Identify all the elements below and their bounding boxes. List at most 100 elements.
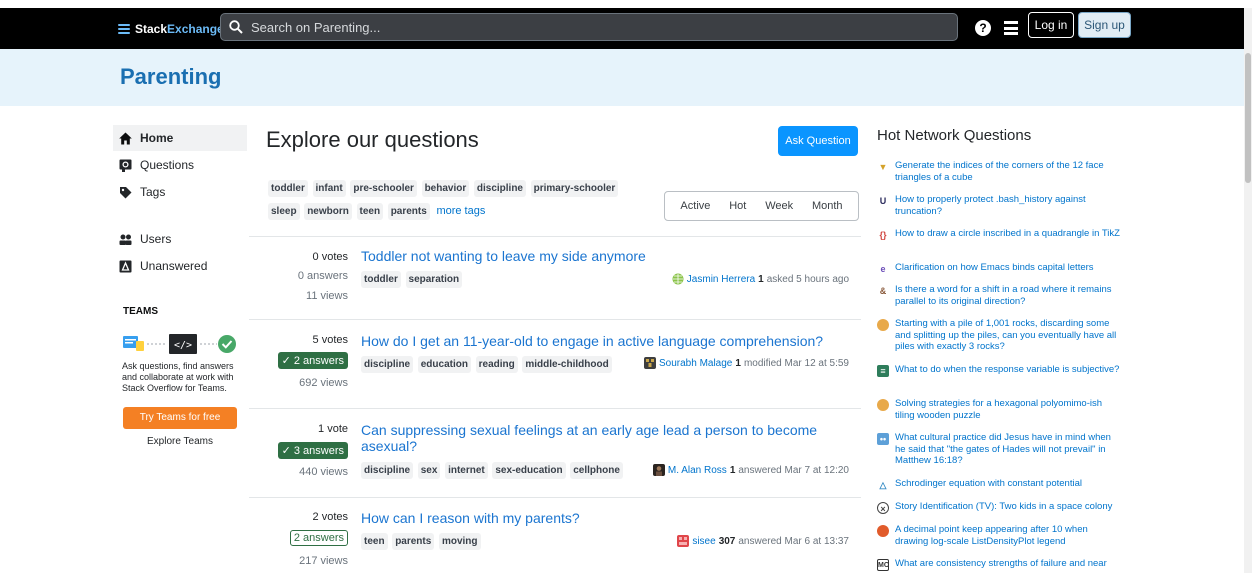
- signup-button[interactable]: Sign up: [1078, 12, 1131, 38]
- hnq-item[interactable]: {} How to draw a circle inscribed in a q…: [877, 228, 1122, 241]
- filter-hot[interactable]: Hot: [729, 200, 746, 212]
- tag-reading[interactable]: reading: [475, 356, 518, 373]
- nav-tags[interactable]: Tags: [113, 179, 247, 205]
- nav-users[interactable]: Users: [113, 226, 247, 252]
- tag-middle-childhood[interactable]: middle-childhood: [522, 356, 612, 373]
- scrollbar[interactable]: [1244, 49, 1252, 573]
- search-icon: [229, 20, 243, 34]
- mo-icon: MO: [877, 559, 889, 571]
- filter-month[interactable]: Month: [812, 200, 843, 212]
- hnq-item-text[interactable]: Solving strategies for a hexagonal polyo…: [895, 398, 1122, 421]
- question-activity: modified Mar 12 at 5:59: [743, 357, 849, 369]
- hnq-item[interactable]: e Clarification on how Emacs binds capit…: [877, 262, 1122, 275]
- question-title[interactable]: How can I reason with my parents?: [361, 510, 841, 526]
- tag-newborn[interactable]: newborn: [304, 203, 352, 220]
- view-count: 11 views: [306, 290, 348, 302]
- tag-discipline[interactable]: discipline: [361, 356, 414, 373]
- filter-week[interactable]: Week: [765, 200, 793, 212]
- nav-home[interactable]: Home: [113, 125, 247, 151]
- hnq-item-text[interactable]: Story Identification (TV): Two kids in a…: [895, 501, 1112, 514]
- logo-exchange-text: Exchange: [167, 22, 224, 36]
- top-bar: StackExchange ? Log in Sign up: [0, 8, 1252, 49]
- more-tags-link[interactable]: more tags: [436, 205, 485, 217]
- site-name[interactable]: Parenting: [120, 64, 221, 90]
- user-name[interactable]: Jasmin Herrera: [687, 274, 755, 285]
- hnq-item-text[interactable]: Schrodinger equation with constant poten…: [895, 478, 1082, 491]
- logo-stack-text: Stack: [135, 22, 168, 36]
- question-summary: 0 votes 0 answers 11 views Toddler not w…: [249, 237, 861, 319]
- hnq-item[interactable]: •• What cultural practice did Jesus have…: [877, 432, 1122, 467]
- hnq-item-text[interactable]: What are consistency strengths of failur…: [895, 558, 1107, 571]
- hnq-item[interactable]: △ Schrodinger equation with constant pot…: [877, 478, 1122, 491]
- hnq-item[interactable]: × Story Identification (TV): Two kids in…: [877, 501, 1122, 514]
- tag-toddler[interactable]: toddler: [268, 180, 308, 197]
- tag-infant[interactable]: infant: [312, 180, 346, 197]
- question-activity: answered Mar 7 at 12:20: [738, 464, 849, 476]
- page-title: Explore our questions: [266, 127, 479, 152]
- try-teams-button[interactable]: Try Teams for free: [123, 407, 237, 429]
- hnq-item-text[interactable]: How to properly protect .bash_history ag…: [895, 194, 1122, 217]
- hnq-item[interactable]: ▼ Generate the indices of the corners of…: [877, 160, 1122, 183]
- tag-cellphone[interactable]: cellphone: [570, 462, 623, 479]
- hnq-item[interactable]: A decimal point keep appearing after 10 …: [877, 524, 1122, 547]
- tag-teen[interactable]: teen: [361, 533, 388, 550]
- explore-teams-link[interactable]: Explore Teams: [123, 436, 237, 447]
- user-avatar[interactable]: [652, 464, 665, 476]
- scrollbar-thumb[interactable]: [1245, 53, 1251, 183]
- site-switcher-icon[interactable]: [1004, 21, 1018, 35]
- questions-icon: [119, 159, 132, 172]
- tag-internet[interactable]: internet: [445, 462, 488, 479]
- hnq-item-text[interactable]: Is there a word for a shift in a road wh…: [895, 284, 1122, 307]
- hnq-item-text[interactable]: How to draw a circle inscribed in a quad…: [895, 228, 1120, 241]
- tag-sex-education[interactable]: sex-education: [492, 462, 566, 479]
- tag-toddler[interactable]: toddler: [361, 271, 401, 288]
- user-avatar[interactable]: [672, 273, 684, 285]
- search-input[interactable]: [251, 14, 951, 40]
- ask-question-button[interactable]: Ask Question: [778, 126, 858, 156]
- nav-questions[interactable]: Questions: [113, 152, 247, 178]
- user-name[interactable]: sisee: [692, 536, 715, 547]
- help-icon[interactable]: ?: [975, 20, 991, 36]
- hnq-item-text[interactable]: Starting with a pile of 1,001 rocks, dis…: [895, 318, 1122, 353]
- hnq-item[interactable]: Starting with a pile of 1,001 rocks, dis…: [877, 318, 1122, 353]
- hnq-item[interactable]: ≡ What to do when the response variable …: [877, 364, 1122, 377]
- tag-separation[interactable]: separation: [405, 271, 463, 288]
- nav-unanswered[interactable]: Unanswered: [113, 253, 247, 279]
- question-title[interactable]: Can suppressing sexual feelings at an ea…: [361, 422, 831, 454]
- hnq-item-text[interactable]: What cultural practice did Jesus have in…: [895, 432, 1122, 467]
- user-name[interactable]: M. Alan Ross: [668, 465, 727, 476]
- question-title[interactable]: Toddler not wanting to leave my side any…: [361, 248, 841, 264]
- tag-education[interactable]: education: [417, 356, 471, 373]
- hnq-item-text[interactable]: Clarification on how Emacs binds capital…: [895, 262, 1094, 275]
- tag-moving[interactable]: moving: [438, 533, 481, 550]
- tag-pre-schooler[interactable]: pre-schooler: [350, 180, 417, 197]
- question-summary: 2 votes 2 answers 217 views How can I re…: [249, 498, 861, 573]
- tag-sex[interactable]: sex: [417, 462, 441, 479]
- hnq-item-text[interactable]: What to do when the response variable is…: [895, 364, 1119, 377]
- view-count: 217 views: [299, 555, 348, 567]
- user-avatar[interactable]: [677, 535, 690, 547]
- tag-sleep[interactable]: sleep: [268, 203, 300, 220]
- question-activity: answered Mar 6 at 13:37: [738, 535, 849, 547]
- hnq-item-text[interactable]: Generate the indices of the corners of t…: [895, 160, 1122, 183]
- hnq-item-text[interactable]: A decimal point keep appearing after 10 …: [895, 524, 1122, 547]
- tag-discipline[interactable]: discipline: [473, 180, 526, 197]
- hnq-item[interactable]: U How to properly protect .bash_history …: [877, 194, 1122, 217]
- tag-parents[interactable]: parents: [392, 533, 435, 550]
- hnq-item[interactable]: MO What are consistency strengths of fai…: [877, 558, 1122, 571]
- stackexchange-logo[interactable]: StackExchange: [118, 21, 224, 37]
- user-avatar[interactable]: [643, 357, 656, 369]
- hnq-item[interactable]: & Is there a word for a shift in a road …: [877, 284, 1122, 307]
- login-button[interactable]: Log in: [1028, 12, 1074, 38]
- question-title[interactable]: How do I get an 11-year-old to engage in…: [361, 333, 841, 349]
- tag-discipline[interactable]: discipline: [361, 462, 414, 479]
- hnq-item[interactable]: Solving strategies for a hexagonal polyo…: [877, 398, 1122, 421]
- search-box[interactable]: [220, 13, 958, 41]
- filter-active[interactable]: Active: [680, 200, 710, 212]
- vote-count: 2 votes: [312, 511, 348, 523]
- user-name[interactable]: Sourabh Malage: [659, 358, 732, 369]
- tag-parents[interactable]: parents: [387, 203, 430, 220]
- tag-teen[interactable]: teen: [356, 203, 384, 220]
- tag-primary-schooler[interactable]: primary-schooler: [530, 180, 619, 197]
- tag-behavior[interactable]: behavior: [421, 180, 470, 197]
